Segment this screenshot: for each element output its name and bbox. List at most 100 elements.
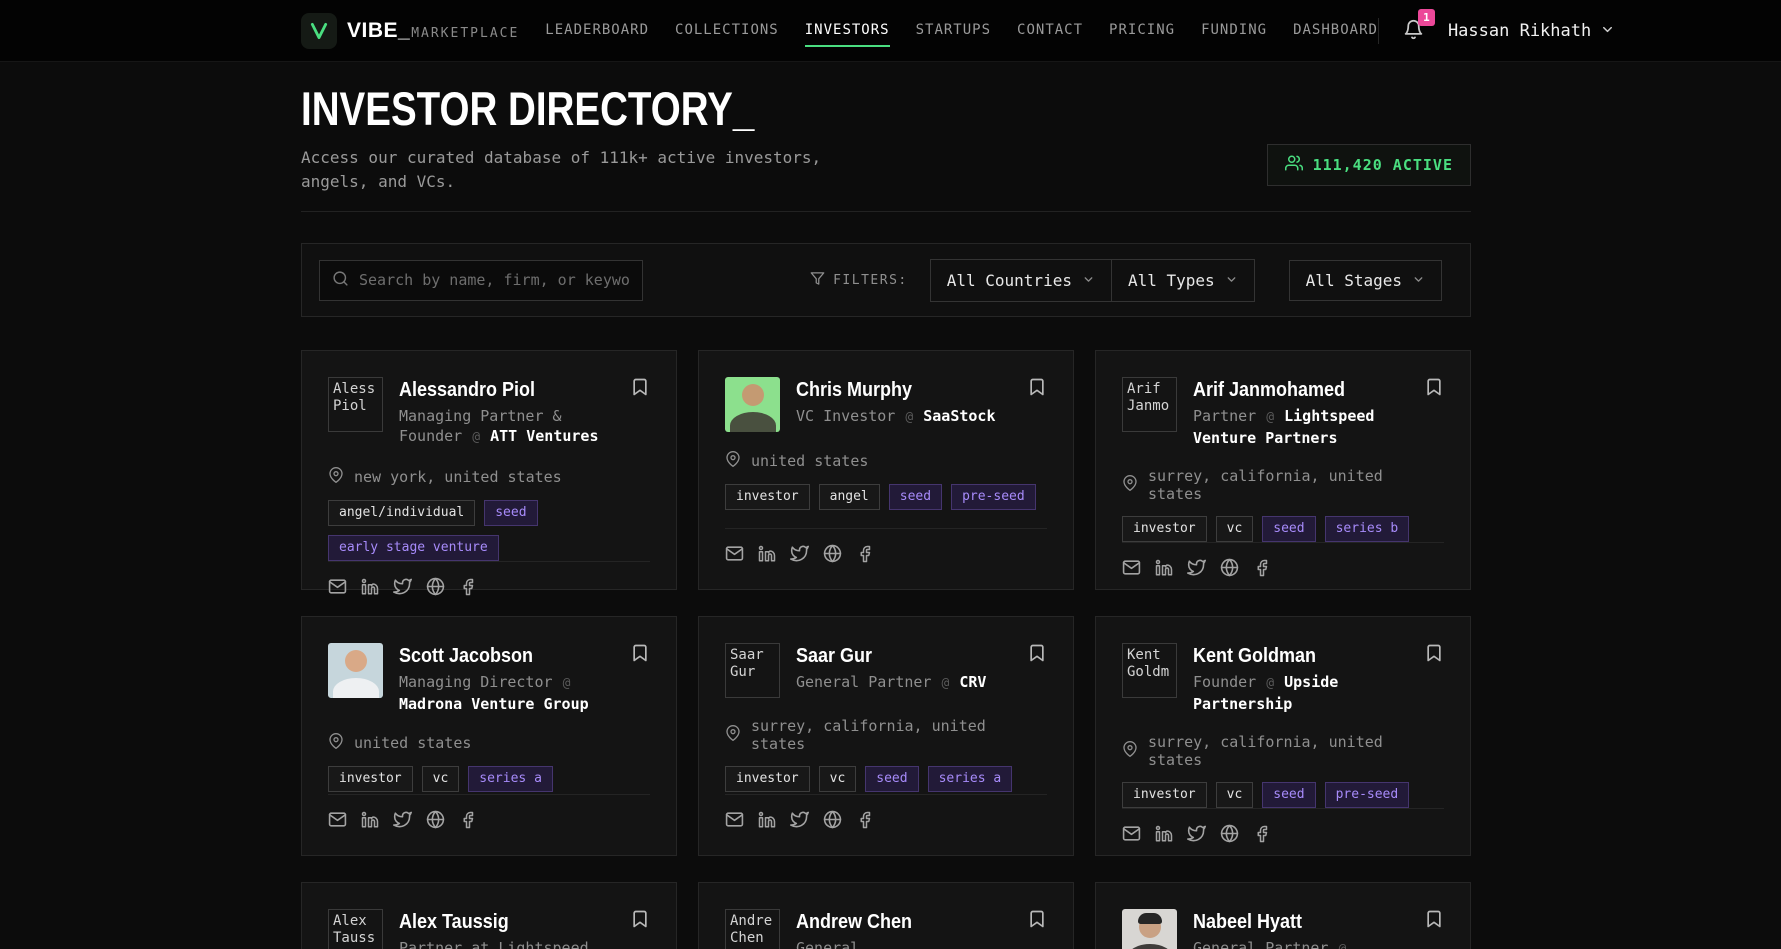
at-symbol: @: [471, 430, 481, 445]
bookmark-button[interactable]: [628, 641, 652, 668]
at-symbol: @: [941, 676, 951, 691]
bookmark-button[interactable]: [1025, 641, 1049, 668]
investor-name: Kent Goldman: [1193, 644, 1392, 668]
tag-series-b: series b: [1325, 516, 1410, 542]
bookmark-button[interactable]: [628, 375, 652, 402]
mail-icon[interactable]: [328, 810, 347, 829]
tag-pre-seed: pre-seed: [1325, 782, 1410, 808]
investor-card: Arif Janmo Arif Janmohamed Partner @ Lig…: [1095, 350, 1471, 590]
investor-card: Kent Goldm Kent Goldman Founder @ Upside…: [1095, 616, 1471, 856]
top-nav: VIBE_MARKETPLACE LEADERBOARD COLLECTIONS…: [0, 0, 1781, 62]
avatar: Saar Gur: [725, 643, 780, 698]
investor-role: VC Investor: [796, 407, 895, 425]
types-dropdown[interactable]: All Types: [1111, 260, 1254, 301]
investor-role: General: [796, 939, 859, 949]
linkedin-icon[interactable]: [758, 811, 776, 829]
user-name: Hassan Rikhath: [1448, 21, 1591, 41]
investor-card: Saar Gur Saar Gur General Partner @ CRV …: [698, 616, 1074, 856]
globe-icon[interactable]: [823, 544, 842, 563]
notifications-button[interactable]: 1: [1399, 15, 1428, 47]
tag-pre-seed: pre-seed: [951, 484, 1036, 510]
linkedin-icon[interactable]: [361, 578, 379, 596]
tag-angel: angel: [819, 484, 880, 510]
user-menu[interactable]: Hassan Rikhath: [1448, 21, 1615, 41]
facebook-icon[interactable]: [1253, 825, 1271, 843]
active-count-badge: 111,420 ACTIVE: [1267, 144, 1471, 186]
facebook-icon[interactable]: [459, 578, 477, 596]
investor-role-line: VC Investor @ SaaStock: [796, 406, 995, 428]
brand-logo[interactable]: VIBE_MARKETPLACE: [301, 13, 519, 49]
tag-seed: seed: [1262, 516, 1315, 542]
mail-icon[interactable]: [725, 544, 744, 563]
globe-icon[interactable]: [823, 810, 842, 829]
mail-icon[interactable]: [725, 810, 744, 829]
twitter-icon[interactable]: [790, 810, 809, 829]
header-divider: [301, 211, 1471, 212]
mail-icon[interactable]: [1122, 824, 1141, 843]
chevron-down-icon: [1412, 271, 1425, 290]
nav-item-contact[interactable]: CONTACT: [1017, 14, 1083, 47]
funnel-icon: [810, 271, 825, 290]
linkedin-icon[interactable]: [758, 545, 776, 563]
tag-investor: investor: [1122, 782, 1207, 808]
investor-company: CRV: [959, 673, 986, 691]
tag-list: investorvcseedseries b: [1122, 516, 1444, 542]
nav-item-collections[interactable]: COLLECTIONS: [675, 14, 779, 47]
investor-role: General Partner: [1193, 939, 1328, 949]
investor-card: Aless Piol Alessandro Piol Managing Part…: [301, 350, 677, 590]
twitter-icon[interactable]: [1187, 824, 1206, 843]
users-icon: [1285, 154, 1303, 176]
search-box: [319, 260, 643, 301]
linkedin-icon[interactable]: [1155, 825, 1173, 843]
facebook-icon[interactable]: [856, 545, 874, 563]
nav-item-investors[interactable]: INVESTORS: [805, 14, 890, 47]
facebook-icon[interactable]: [856, 811, 874, 829]
facebook-icon[interactable]: [459, 811, 477, 829]
countries-dropdown[interactable]: All Countries: [931, 260, 1111, 301]
mail-icon[interactable]: [328, 577, 347, 596]
tag-list: investorvcseries a: [328, 766, 650, 792]
globe-icon[interactable]: [1220, 558, 1239, 577]
globe-icon[interactable]: [1220, 824, 1239, 843]
stages-dropdown[interactable]: All Stages: [1289, 260, 1442, 301]
investor-role-line: Managing Partner & Founder @ ATT Venture…: [399, 406, 620, 448]
search-input[interactable]: [359, 271, 630, 289]
facebook-icon[interactable]: [1253, 559, 1271, 577]
globe-icon[interactable]: [426, 810, 445, 829]
twitter-icon[interactable]: [393, 577, 412, 596]
at-symbol: @: [1338, 942, 1348, 949]
bookmark-button[interactable]: [1025, 907, 1049, 934]
linkedin-icon[interactable]: [361, 811, 379, 829]
globe-icon[interactable]: [426, 577, 445, 596]
location-row: united states: [725, 451, 1047, 471]
nav-item-pricing[interactable]: PRICING: [1109, 14, 1175, 47]
investor-location: new york, united states: [354, 468, 562, 486]
investor-role: Managing Director: [399, 673, 553, 691]
investor-role-line: Partner at Lightspeed: [399, 938, 591, 949]
twitter-icon[interactable]: [790, 544, 809, 563]
tag-investor: investor: [1122, 516, 1207, 542]
investor-card: Scott Jacobson Managing Director @ Madro…: [301, 616, 677, 856]
investor-role-line: General Partner @ Conduit: [1193, 938, 1414, 949]
bookmark-button[interactable]: [1025, 375, 1049, 402]
nav-item-dashboard[interactable]: DASHBOARD: [1293, 14, 1378, 47]
twitter-icon[interactable]: [393, 810, 412, 829]
search-icon: [332, 270, 349, 291]
investor-name: Nabeel Hyatt: [1193, 910, 1392, 934]
investor-role-line: Managing Director @ Madrona Venture Grou…: [399, 672, 620, 714]
avatar: [725, 377, 780, 432]
bookmark-button[interactable]: [1422, 375, 1446, 402]
twitter-icon[interactable]: [1187, 558, 1206, 577]
nav-item-startups[interactable]: STARTUPS: [916, 14, 991, 47]
bookmark-button[interactable]: [1422, 907, 1446, 934]
nav-item-leaderboard[interactable]: LEADERBOARD: [545, 14, 649, 47]
bookmark-button[interactable]: [1422, 641, 1446, 668]
mail-icon[interactable]: [1122, 558, 1141, 577]
linkedin-icon[interactable]: [1155, 559, 1173, 577]
investor-card: Chris Murphy VC Investor @ SaaStock unit…: [698, 350, 1074, 590]
at-symbol: @: [1265, 410, 1275, 425]
avatar: Kent Goldm: [1122, 643, 1177, 698]
nav-item-funding[interactable]: FUNDING: [1201, 14, 1267, 47]
bookmark-button[interactable]: [628, 907, 652, 934]
chevron-down-icon: [1225, 271, 1238, 290]
